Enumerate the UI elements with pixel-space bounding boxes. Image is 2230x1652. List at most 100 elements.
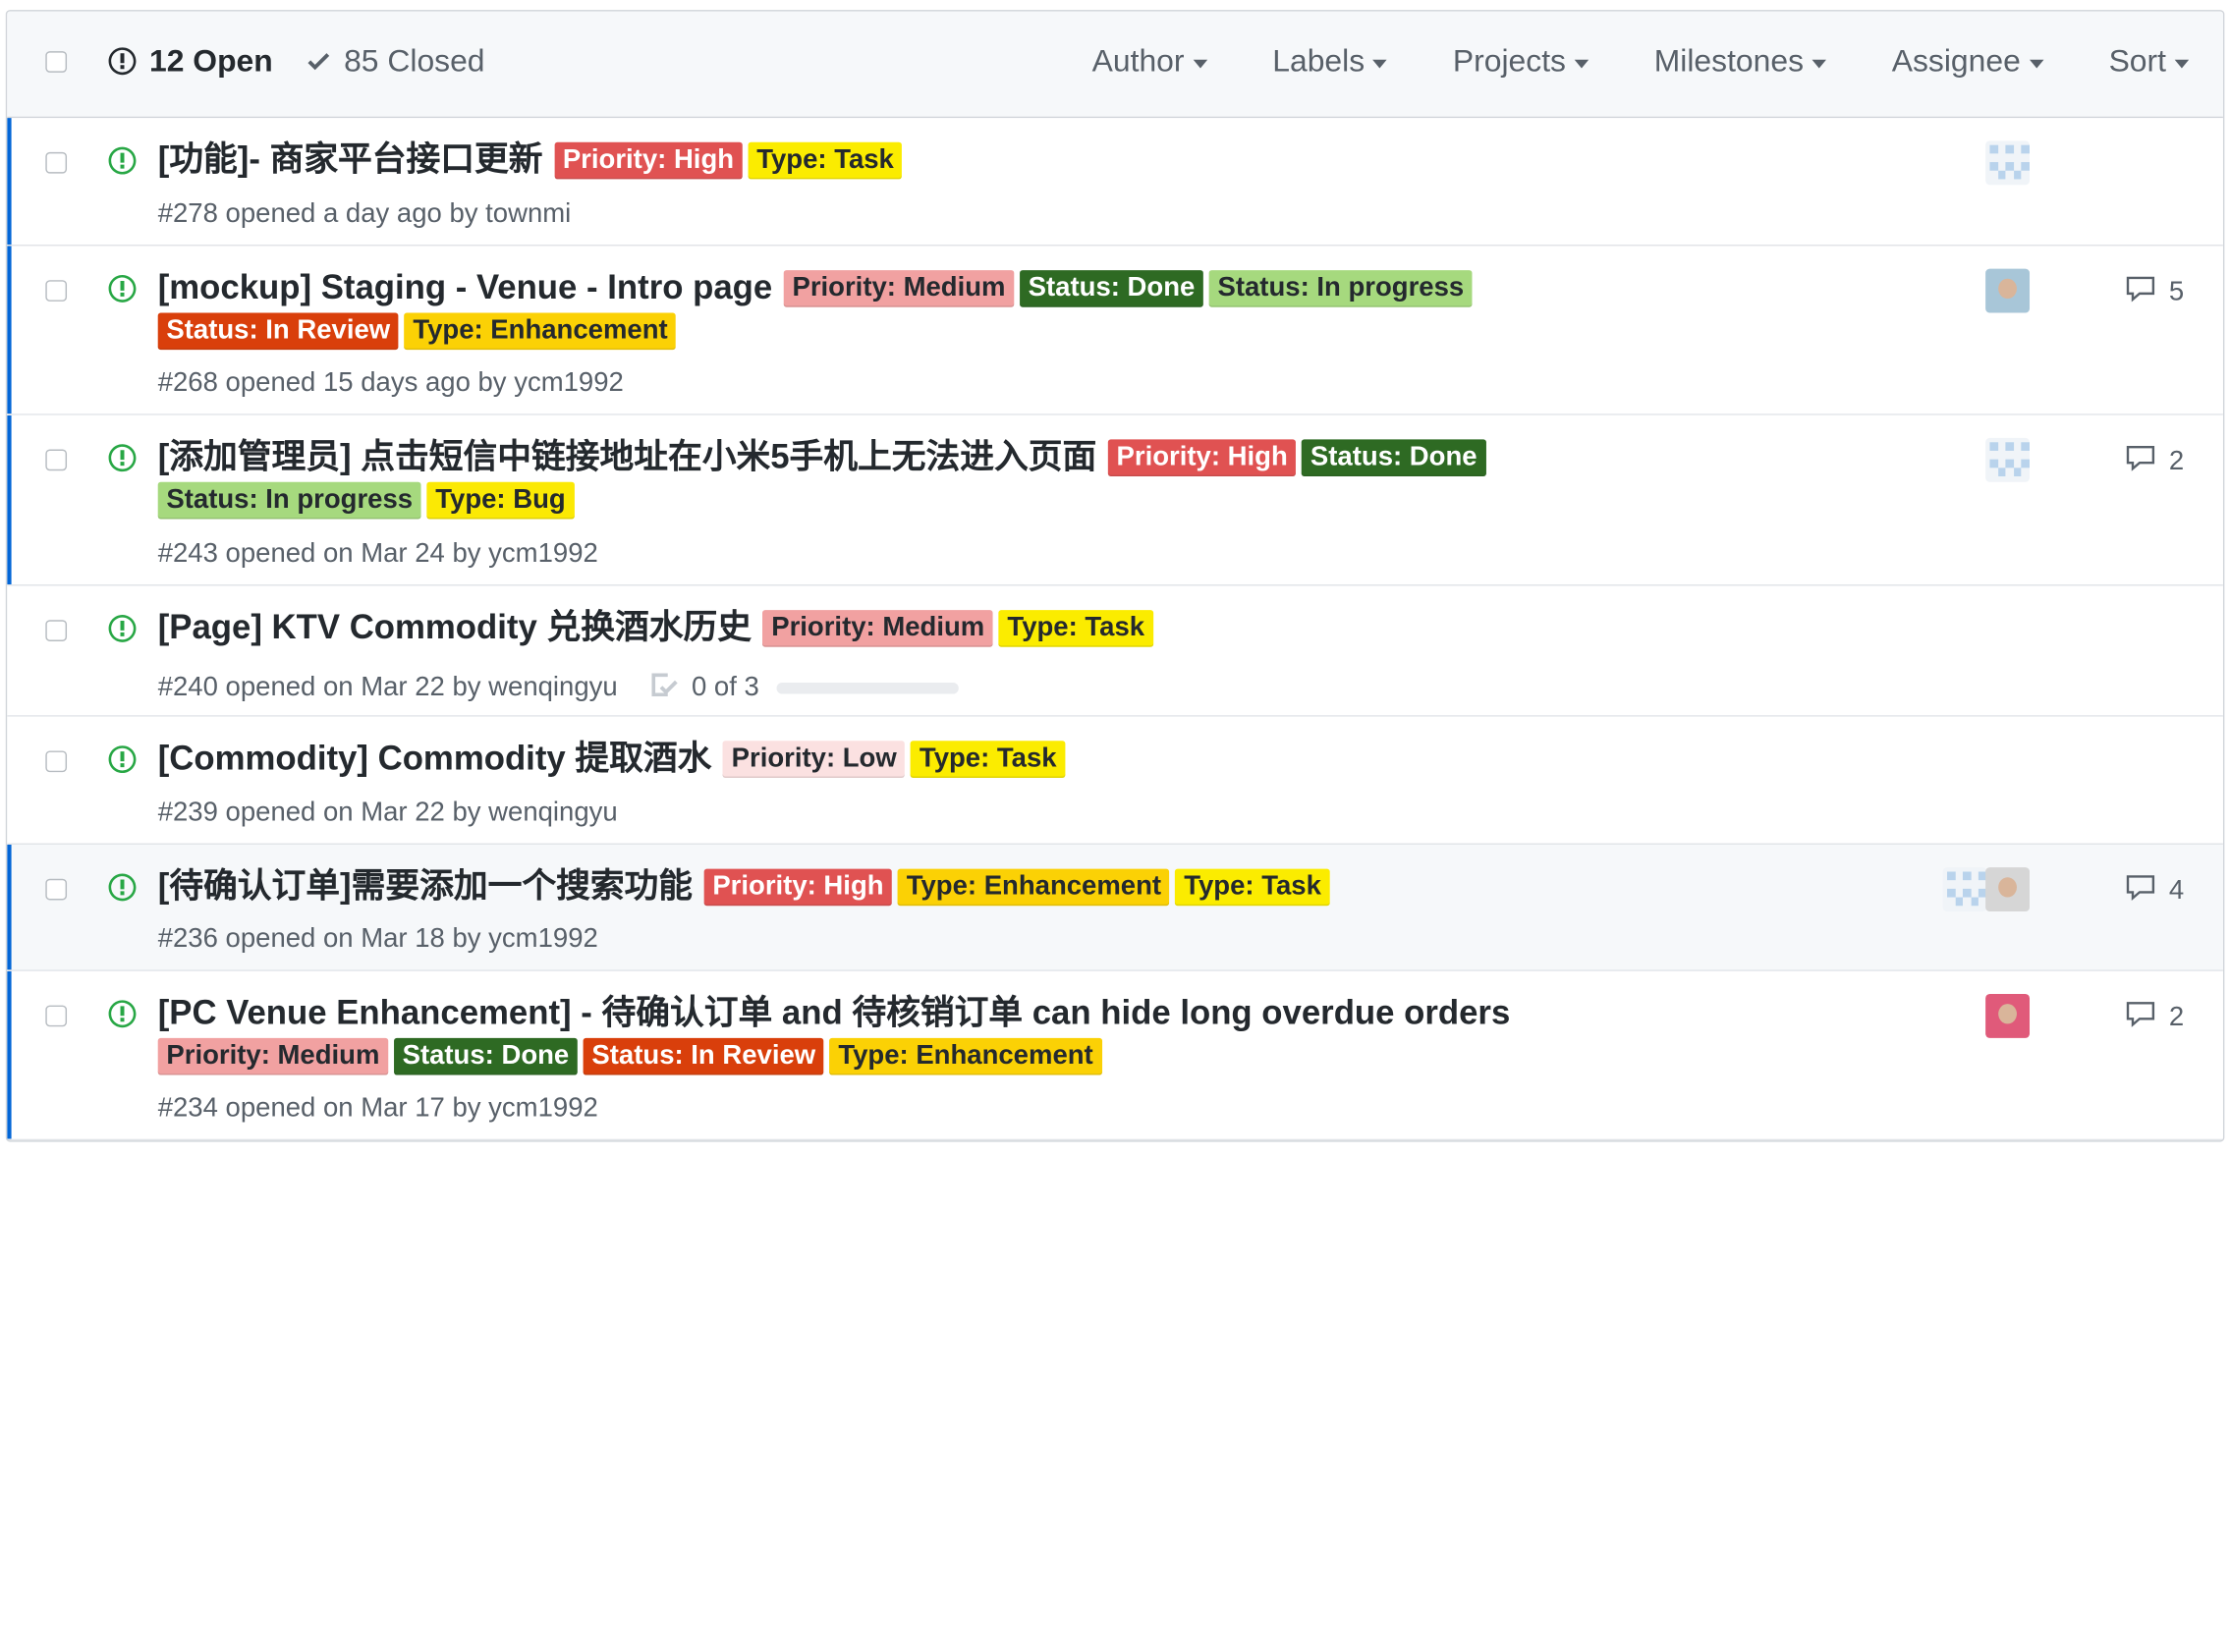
comment-count: 4 bbox=[2168, 875, 2185, 907]
comments-link[interactable]: 2 bbox=[2124, 442, 2185, 482]
comment-count: 5 bbox=[2168, 277, 2185, 307]
comment-icon bbox=[2124, 872, 2158, 912]
issue-title-line: [Commodity] Commodity 提取酒水 Priority: Low T… bbox=[158, 738, 1698, 780]
issue-row[interactable]: [待确认订单]需要添加一个搜索功能 Priority: High Type: Enh… bbox=[7, 844, 2223, 971]
issue-title-line: [功能]- 商家平台接口更新 Priority: High Type: Task bbox=[158, 139, 1698, 182]
issue-label[interactable]: Type: Enhancement bbox=[829, 1037, 1102, 1075]
issue-title-link[interactable]: [Page] KTV Commodity 兑换酒水历史 bbox=[158, 609, 752, 647]
assignee-avatar[interactable] bbox=[1985, 437, 2031, 482]
milestones-filter-dropdown[interactable]: Milestones bbox=[1654, 42, 1827, 80]
comment-icon bbox=[2124, 273, 2158, 313]
issue-label[interactable]: Priority: High bbox=[1107, 439, 1297, 477]
closed-issues-link[interactable]: 85 Closed bbox=[305, 42, 485, 80]
issue-meta: #278 opened a day ago by townmi bbox=[158, 199, 572, 231]
assignee-filter-dropdown[interactable]: Assignee bbox=[1892, 42, 2043, 80]
sort-dropdown[interactable]: Sort bbox=[2109, 42, 2190, 80]
issue-meta: #236 opened on Mar 18 by ycm1992 bbox=[158, 924, 598, 956]
issue-meta: #239 opened on Mar 22 by wenqingyu bbox=[158, 798, 618, 829]
issue-label[interactable]: Type: Task bbox=[748, 141, 903, 180]
issue-meta: #240 opened on Mar 22 by wenqingyu 0 of 3 bbox=[158, 670, 959, 707]
labels-filter-dropdown[interactable]: Labels bbox=[1272, 42, 1388, 80]
issue-opened-icon bbox=[107, 613, 139, 644]
issue-checkbox[interactable] bbox=[45, 1005, 68, 1027]
issue-state-toggle: 12 Open 85 Closed bbox=[107, 42, 485, 80]
issue-label[interactable]: Type: Task bbox=[1175, 868, 1330, 907]
issue-label[interactable]: Status: Done bbox=[1302, 439, 1486, 477]
issue-label[interactable]: Type: Task bbox=[998, 610, 1153, 647]
issues-list: 12 Open 85 Closed Author Labels Projects… bbox=[5, 10, 2225, 1142]
issue-label[interactable]: Priority: Low bbox=[722, 741, 906, 778]
issue-title-line: [Page] KTV Commodity 兑换酒水历史 Priority: Med… bbox=[158, 607, 1698, 649]
issue-title-link[interactable]: [待确认订单]需要添加一个搜索功能 bbox=[158, 867, 693, 906]
issue-title-link[interactable]: [功能]- 商家平台接口更新 bbox=[158, 140, 543, 179]
comments-link[interactable]: 4 bbox=[2124, 872, 2185, 912]
issue-checkbox[interactable] bbox=[45, 280, 68, 302]
author-filter-dropdown[interactable]: Author bbox=[1092, 42, 1207, 80]
page: 12 Open 85 Closed Author Labels Projects… bbox=[0, 0, 2230, 1652]
closed-count: 85 Closed bbox=[344, 42, 485, 79]
caret-down-icon bbox=[2174, 59, 2190, 68]
issue-row[interactable]: [mockup] Staging - Venue - Intro page Pri… bbox=[7, 246, 2223, 415]
issue-meta-text: #278 opened a day ago by townmi bbox=[157, 198, 572, 230]
issue-checkbox[interactable] bbox=[45, 878, 68, 901]
issue-label[interactable]: Priority: Medium bbox=[157, 1037, 389, 1075]
issue-label[interactable]: Priority: High bbox=[703, 868, 893, 907]
issue-label[interactable]: Status: Done bbox=[393, 1037, 578, 1075]
comments-link[interactable]: 2 bbox=[2124, 998, 2185, 1038]
assignee-avatar[interactable] bbox=[1985, 867, 2031, 912]
caret-down-icon bbox=[1372, 59, 1388, 68]
issue-label[interactable]: Type: Bug bbox=[426, 481, 575, 520]
issue-label[interactable]: Priority: Medium bbox=[783, 270, 1015, 307]
issue-label[interactable]: Status: In progress bbox=[157, 481, 421, 520]
issue-label[interactable]: Type: Task bbox=[911, 741, 1066, 778]
issue-checkbox[interactable] bbox=[45, 449, 68, 471]
issue-label[interactable]: Status: In Review bbox=[157, 312, 399, 351]
issue-title-line: [待确认订单]需要添加一个搜索功能 Priority: High Type: Enh… bbox=[158, 866, 1698, 909]
checklist-icon bbox=[649, 670, 681, 707]
issue-meta-text: #243 opened on Mar 24 by ycm1992 bbox=[157, 538, 598, 570]
issue-title-link[interactable]: [Commodity] Commodity 提取酒水 bbox=[158, 740, 712, 778]
issue-title-link[interactable]: [添加管理员] 点击短信中链接地址在小米5手机上无法进入页面 bbox=[158, 438, 1097, 476]
issue-row[interactable]: [功能]- 商家平台接口更新 Priority: High Type: Task #2… bbox=[7, 118, 2223, 247]
issue-checkbox[interactable] bbox=[45, 151, 68, 174]
comment-icon bbox=[2124, 998, 2158, 1038]
comment-count: 2 bbox=[2168, 1002, 2185, 1033]
issue-label[interactable]: Type: Enhancement bbox=[898, 868, 1170, 907]
issue-meta-text: #234 opened on Mar 17 by ycm1992 bbox=[157, 1093, 598, 1124]
issue-row[interactable]: [Page] KTV Commodity 兑换酒水历史 Priority: Med… bbox=[7, 585, 2223, 717]
issue-label[interactable]: Status: Done bbox=[1019, 270, 1204, 307]
comment-count: 2 bbox=[2168, 446, 2185, 477]
issue-opened-icon bbox=[108, 47, 137, 76]
issue-label[interactable]: Priority: High bbox=[554, 141, 743, 180]
issue-opened-icon bbox=[107, 273, 139, 304]
tasks-progress-text: 0 of 3 bbox=[691, 672, 759, 703]
issue-title-link[interactable]: [PC Venue Enhancement] - 待确认订单 and 待核销订单… bbox=[158, 994, 1511, 1032]
issue-label[interactable]: Status: In progress bbox=[1208, 270, 1473, 307]
issue-label[interactable]: Type: Enhancement bbox=[404, 312, 677, 351]
issues-list-header: 12 Open 85 Closed Author Labels Projects… bbox=[7, 11, 2223, 119]
issue-row[interactable]: [Commodity] Commodity 提取酒水 Priority: Low T… bbox=[7, 716, 2223, 845]
issue-row[interactable]: [添加管理员] 点击短信中链接地址在小米5手机上无法进入页面 Priority: … bbox=[7, 414, 2223, 586]
issue-checkbox[interactable] bbox=[45, 750, 68, 773]
select-all-checkbox[interactable] bbox=[45, 51, 68, 73]
filter-label: Sort bbox=[2108, 42, 2166, 79]
issue-label[interactable]: Priority: Medium bbox=[762, 610, 993, 647]
issue-meta: #268 opened 15 days ago by ycm1992 bbox=[158, 368, 624, 400]
issue-opened-icon bbox=[107, 743, 139, 775]
assignee-avatar[interactable] bbox=[1985, 268, 2031, 313]
issue-meta-text: #236 opened on Mar 18 by ycm1992 bbox=[157, 924, 598, 955]
issue-checkbox[interactable] bbox=[45, 620, 68, 641]
assignee-avatar[interactable] bbox=[1985, 994, 2031, 1038]
issue-opened-icon bbox=[107, 442, 139, 473]
issue-meta-text: #268 opened 15 days ago by ycm1992 bbox=[157, 367, 624, 399]
issue-opened-icon bbox=[107, 872, 139, 904]
open-issues-link[interactable]: 12 Open bbox=[107, 42, 273, 80]
issue-label[interactable]: Status: In Review bbox=[583, 1037, 824, 1075]
projects-filter-dropdown[interactable]: Projects bbox=[1453, 42, 1589, 80]
assignee-avatar[interactable] bbox=[1942, 867, 1987, 912]
comments-link[interactable]: 5 bbox=[2124, 273, 2185, 313]
issue-row[interactable]: [PC Venue Enhancement] - 待确认订单 and 待核销订单… bbox=[7, 970, 2223, 1141]
issue-title-link[interactable]: [mockup] Staging - Venue - Intro page bbox=[158, 269, 772, 307]
comment-icon bbox=[2124, 442, 2158, 482]
assignee-avatar[interactable] bbox=[1985, 140, 2031, 186]
